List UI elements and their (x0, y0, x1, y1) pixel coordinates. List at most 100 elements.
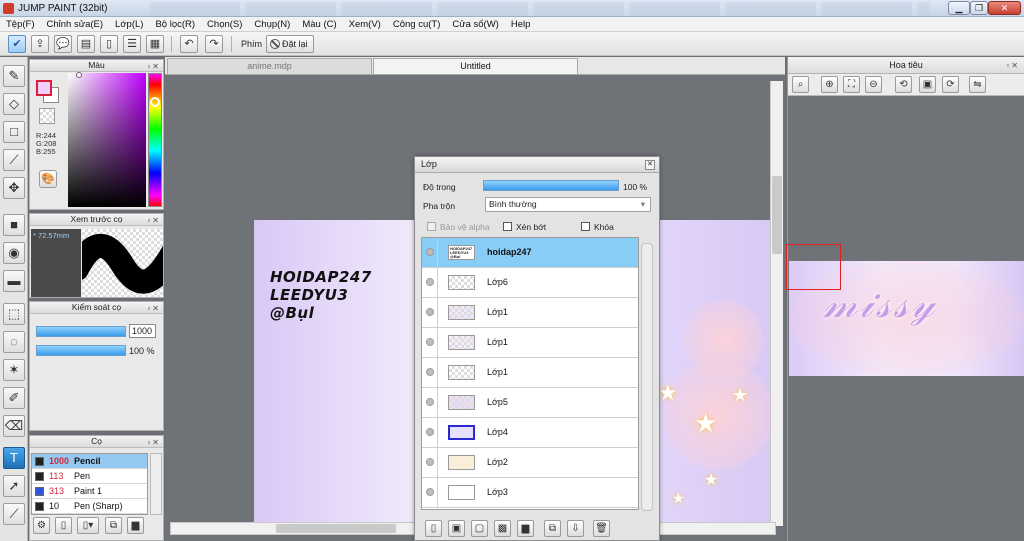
menu-window[interactable]: Cửa sổ(W) (446, 17, 504, 31)
actual-size-icon[interactable]: ▣ (919, 76, 936, 93)
minimize-button[interactable]: ▁ (948, 1, 970, 15)
flip-icon[interactable]: ⇋ (969, 76, 986, 93)
palette-icon[interactable]: 🎨 (39, 170, 57, 188)
fill-rect-tool-icon[interactable]: ■ (3, 214, 25, 236)
menu-view[interactable]: Xem(V) (343, 17, 387, 31)
layer-row[interactable]: Lớp3 (422, 478, 638, 508)
rotate-left-icon[interactable]: ⟲ (895, 76, 912, 93)
menu-help[interactable]: Help (505, 17, 537, 31)
new-8bit-layer-icon[interactable]: ▣ (448, 520, 465, 537)
lock-checkbox[interactable] (581, 222, 590, 231)
duplicate-layer-icon[interactable]: ⧉ (544, 520, 561, 537)
visibility-icon[interactable] (426, 248, 434, 256)
move-tool-icon[interactable]: ✥ (3, 177, 25, 199)
brush-dropdown-icon[interactable]: ▯▾ (77, 517, 99, 534)
fit-window-icon[interactable]: ⛶ (843, 76, 860, 93)
navigator-view-frame[interactable] (786, 244, 841, 290)
select-eraser-icon[interactable]: ⌫ (3, 415, 25, 437)
protect-alpha-checkbox[interactable] (427, 222, 436, 231)
new-brush-icon[interactable]: ▯ (55, 517, 72, 534)
scroll-thumb[interactable] (772, 176, 782, 254)
menu-layer[interactable]: Lớp(L) (109, 17, 149, 31)
undo-icon[interactable]: ↶ (180, 35, 198, 53)
blend-mode-select[interactable]: Bình thường ▾ (485, 197, 651, 212)
vertical-scrollbar[interactable] (770, 81, 783, 526)
layer-row[interactable]: HOIDAP247 LEEDYU3 @Bụl hoidap247 (422, 238, 638, 268)
color-cursor[interactable] (76, 72, 82, 78)
menu-select[interactable]: Chọn(S) (201, 17, 248, 31)
layer-row[interactable]: Lớp1 (422, 328, 638, 358)
line-tool-icon[interactable]: ⟋ (3, 149, 25, 171)
merge-layer-icon[interactable]: ⇩ (567, 520, 584, 537)
new-1bit-layer-icon[interactable]: ▢ (471, 520, 488, 537)
layer-row[interactable]: Lớp1 (422, 358, 638, 388)
clipping-checkbox[interactable] (503, 222, 512, 231)
brush-size-input[interactable]: 1000 (129, 324, 156, 338)
tab-anime[interactable]: anime.mdp (167, 58, 372, 74)
close-icon[interactable]: ✕ (645, 160, 655, 170)
menu-edit[interactable]: Chỉnh sửa(E) (41, 17, 110, 31)
menu-filter[interactable]: Bộ lọc(R) (149, 17, 201, 31)
text-tool-icon[interactable]: T (3, 447, 25, 469)
operation-tool-icon[interactable]: ➚ (3, 475, 25, 497)
tab-untitled[interactable]: Untitled (373, 58, 578, 74)
notes-icon[interactable]: ▤ (77, 35, 95, 53)
cloud-icon[interactable]: ✔ (8, 35, 26, 53)
layer-row[interactable]: Lớp6 (422, 268, 638, 298)
redo-icon[interactable]: ↷ (205, 35, 223, 53)
maximize-button[interactable]: ❐ (970, 1, 988, 15)
brush-item-pen-sharp[interactable]: 10 Pen (Sharp) (32, 499, 147, 514)
brush-list-scrollbar[interactable] (150, 453, 162, 515)
layer-row[interactable]: Lớp1 (422, 298, 638, 328)
copy-brush-icon[interactable]: ⧉ (105, 517, 122, 534)
layer-window-header[interactable]: Lớp ✕ (415, 157, 659, 173)
layer-row[interactable]: Lớp5 (422, 388, 638, 418)
brush-tool-icon[interactable]: ✎ (3, 65, 25, 87)
comment-icon[interactable]: 💬 (54, 35, 72, 53)
visibility-icon[interactable] (426, 338, 434, 346)
panel-buttons-icon[interactable]: ▫✕ (147, 303, 161, 314)
document-icon[interactable]: ▯ (100, 35, 118, 53)
gradient-tool-icon[interactable]: ▬ (3, 270, 25, 292)
brush-item-paint[interactable]: 313 Paint 1 (32, 484, 147, 499)
layer-row[interactable]: Lớp2 (422, 448, 638, 478)
brush-folder-icon[interactable]: ▆ (127, 517, 144, 534)
scroll-thumb[interactable] (276, 524, 396, 533)
foreground-color-swatch[interactable] (36, 80, 52, 96)
hue-slider[interactable] (148, 73, 162, 207)
folder-icon[interactable]: ▆ (517, 520, 534, 537)
brush-opacity-slider[interactable] (36, 345, 126, 356)
visibility-icon[interactable] (426, 488, 434, 496)
lasso-tool-icon[interactable]: ◌ (3, 331, 25, 353)
panel-buttons-icon[interactable]: ▫✕ (147, 61, 161, 72)
layer-opacity-slider[interactable] (483, 180, 619, 191)
halftone-layer-icon[interactable]: ▩ (494, 520, 511, 537)
transparent-swatch[interactable] (39, 108, 55, 124)
select-rect-icon[interactable]: ⬚ (3, 303, 25, 325)
visibility-icon[interactable] (426, 308, 434, 316)
brush-item-pencil[interactable]: 1000 Pencil (32, 454, 147, 469)
brush-settings-icon[interactable]: ⚙ (33, 517, 50, 534)
menu-file[interactable]: Tệp(F) (0, 17, 41, 31)
rotate-right-icon[interactable]: ⟳ (942, 76, 959, 93)
trash-icon[interactable]: 🗑 (593, 520, 610, 537)
brush-item-pen[interactable]: 113 Pen (32, 469, 147, 484)
rectangle-tool-icon[interactable]: □ (3, 121, 25, 143)
zoom-fit-icon[interactable]: ⌕ (792, 76, 809, 93)
layer-row[interactable]: Lớp4 (422, 418, 638, 448)
menu-capture[interactable]: Chụp(N) (248, 17, 296, 31)
panel-buttons-icon[interactable]: ▫✕ (1006, 57, 1020, 74)
magic-wand-icon[interactable]: ✶ (3, 359, 25, 381)
brush-size-slider[interactable] (36, 326, 126, 337)
new-layer-icon[interactable]: ▯ (425, 520, 442, 537)
zoom-in-icon[interactable]: ⊕ (821, 76, 838, 93)
saturation-value-picker[interactable] (68, 73, 146, 207)
layer-list-scrollbar[interactable] (641, 243, 653, 511)
visibility-icon[interactable] (426, 428, 434, 436)
select-pen-icon[interactable]: ✐ (3, 387, 25, 409)
panel-buttons-icon[interactable]: ▫✕ (147, 437, 161, 448)
menu-color[interactable]: Màu (C) (296, 17, 342, 31)
panel-buttons-icon[interactable]: ▫✕ (147, 215, 161, 226)
visibility-icon[interactable] (426, 368, 434, 376)
eraser-tool-icon[interactable]: ◇ (3, 93, 25, 115)
